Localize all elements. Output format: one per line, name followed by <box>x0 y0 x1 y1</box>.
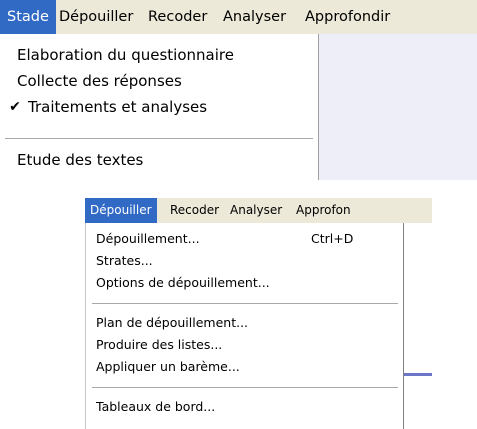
menu-approfondir[interactable]: Approfon <box>291 198 356 223</box>
menu-item-label: Appliquer un barème... <box>96 359 240 374</box>
menu-item-label: Produire des listes... <box>96 337 223 352</box>
menu-item-plan-depouillement[interactable]: Plan de dépouillement... <box>86 312 403 334</box>
menu-item-label: Strates... <box>96 253 153 268</box>
menu-item-traitements[interactable]: ✔ Traitements et analyses <box>0 94 318 120</box>
menu-depouiller[interactable]: Dépouiller <box>52 0 140 34</box>
menu-item-etude-textes[interactable]: Etude des textes <box>0 147 318 173</box>
menu-approfondir[interactable]: Approfondir <box>298 0 397 34</box>
window-content-line <box>404 373 432 376</box>
menu-depouiller[interactable]: Dépouiller <box>85 198 157 223</box>
menu-analyser[interactable]: Analyser <box>225 198 287 223</box>
menu-item-strates[interactable]: Strates... <box>86 250 403 272</box>
menu-stade[interactable]: Stade <box>0 0 56 34</box>
menu-item-label: Tableaux de bord... <box>96 399 216 414</box>
menu-item-label: Etude des textes <box>17 151 144 169</box>
menu-item-label: Plan de dépouillement... <box>96 315 249 330</box>
menu-item-label: Elaboration du questionnaire <box>17 46 234 64</box>
menu-recoder[interactable]: Recoder <box>165 198 224 223</box>
menu-item-label: Traitements et analyses <box>28 98 208 116</box>
depouiller-dropdown: Dépouillement... Ctrl+D Strates... Optio… <box>85 223 404 429</box>
menu-item-label: Dépouillement... <box>96 231 200 246</box>
depouiller-menu-screenshot: Dépouiller Recoder Analyser Approfon Dép… <box>85 198 432 429</box>
menu-bar: Dépouiller Recoder Analyser Approfon <box>85 198 432 223</box>
window-background <box>404 223 432 429</box>
window-background <box>319 34 477 180</box>
stade-menu-screenshot: Stade Dépouiller Recoder Analyser Approf… <box>0 0 477 180</box>
menu-bar: Stade Dépouiller Recoder Analyser Approf… <box>0 0 477 34</box>
menu-item-label: Collecte des réponses <box>17 72 182 90</box>
menu-separator <box>5 138 313 140</box>
stade-dropdown: Elaboration du questionnaire Collecte de… <box>0 34 319 180</box>
menu-item-options-depouillement[interactable]: Options de dépouillement... <box>86 272 403 294</box>
menu-separator <box>92 303 398 305</box>
menu-item-produire-listes[interactable]: Produire des listes... <box>86 334 403 356</box>
menu-item-depouillement[interactable]: Dépouillement... Ctrl+D <box>86 228 403 250</box>
menu-analyser[interactable]: Analyser <box>216 0 293 34</box>
shortcut-label: Ctrl+D <box>311 231 354 246</box>
menu-item-appliquer-bareme[interactable]: Appliquer un barème... <box>86 356 403 378</box>
menu-item-tableaux-de-bord[interactable]: Tableaux de bord... <box>86 396 403 418</box>
menu-item-label: Options de dépouillement... <box>96 275 270 290</box>
menu-separator <box>92 387 398 389</box>
menu-recoder[interactable]: Recoder <box>141 0 214 34</box>
menu-item-elaboration[interactable]: Elaboration du questionnaire <box>0 42 318 68</box>
menu-item-collecte[interactable]: Collecte des réponses <box>0 68 318 94</box>
